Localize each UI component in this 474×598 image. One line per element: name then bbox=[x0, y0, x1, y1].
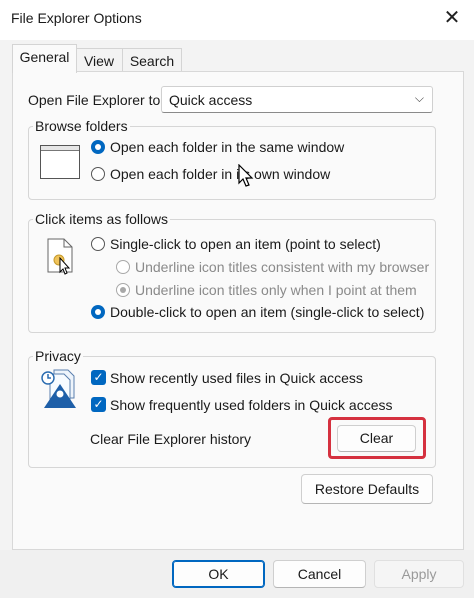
single-click-label: Single-click to open an item (point to s… bbox=[110, 236, 381, 252]
checkbox-recent-files[interactable]: ✓ bbox=[91, 370, 106, 385]
radio-own-window[interactable] bbox=[91, 167, 105, 181]
radio-single-click[interactable] bbox=[91, 237, 105, 251]
open-to-label: Open File Explorer to: bbox=[28, 92, 165, 108]
restore-defaults-button[interactable]: Restore Defaults bbox=[301, 474, 433, 504]
same-window-label: Open each folder in the same window bbox=[110, 139, 345, 155]
window-title: File Explorer Options bbox=[11, 10, 142, 26]
double-click-label: Double-click to open an item (single-cli… bbox=[110, 304, 425, 320]
click-document-icon bbox=[46, 238, 76, 279]
clear-history-label: Clear File Explorer history bbox=[90, 431, 252, 447]
open-to-dropdown[interactable]: Quick access ⌵ bbox=[161, 86, 433, 113]
ok-button[interactable]: OK bbox=[172, 560, 265, 588]
recent-files-label: Show recently used files in Quick access bbox=[110, 370, 363, 386]
privacy-title: Privacy bbox=[33, 348, 83, 364]
privacy-documents-icon bbox=[40, 368, 80, 413]
tab-general[interactable]: General bbox=[12, 44, 77, 73]
own-window-label: Open each folder in its own window bbox=[110, 166, 331, 182]
radio-double-click[interactable] bbox=[91, 305, 105, 319]
tab-search[interactable]: Search bbox=[122, 48, 182, 73]
cancel-button[interactable]: Cancel bbox=[273, 560, 366, 588]
radio-underline-browser[interactable] bbox=[116, 260, 130, 274]
clear-button-highlight bbox=[328, 417, 426, 459]
radio-underline-point[interactable] bbox=[116, 283, 130, 297]
underline-browser-label: Underline icon titles consistent with my… bbox=[135, 259, 430, 275]
radio-same-window[interactable] bbox=[91, 140, 105, 154]
browse-folders-group bbox=[28, 126, 436, 200]
checkbox-frequent-folders[interactable]: ✓ bbox=[91, 397, 106, 412]
open-to-value: Quick access bbox=[169, 92, 253, 108]
underline-point-label: Underline icon titles only when I point … bbox=[135, 282, 417, 298]
close-icon[interactable]: ✕ bbox=[440, 6, 464, 30]
frequent-folders-label: Show frequently used folders in Quick ac… bbox=[110, 397, 393, 413]
click-items-title: Click items as follows bbox=[33, 211, 171, 227]
mouse-cursor-icon bbox=[238, 163, 254, 191]
folder-window-icon bbox=[40, 145, 80, 179]
browse-folders-title: Browse folders bbox=[33, 118, 130, 134]
tab-view[interactable]: View bbox=[74, 48, 124, 73]
apply-button[interactable]: Apply bbox=[374, 560, 464, 588]
chevron-down-icon: ⌵ bbox=[414, 91, 424, 105]
